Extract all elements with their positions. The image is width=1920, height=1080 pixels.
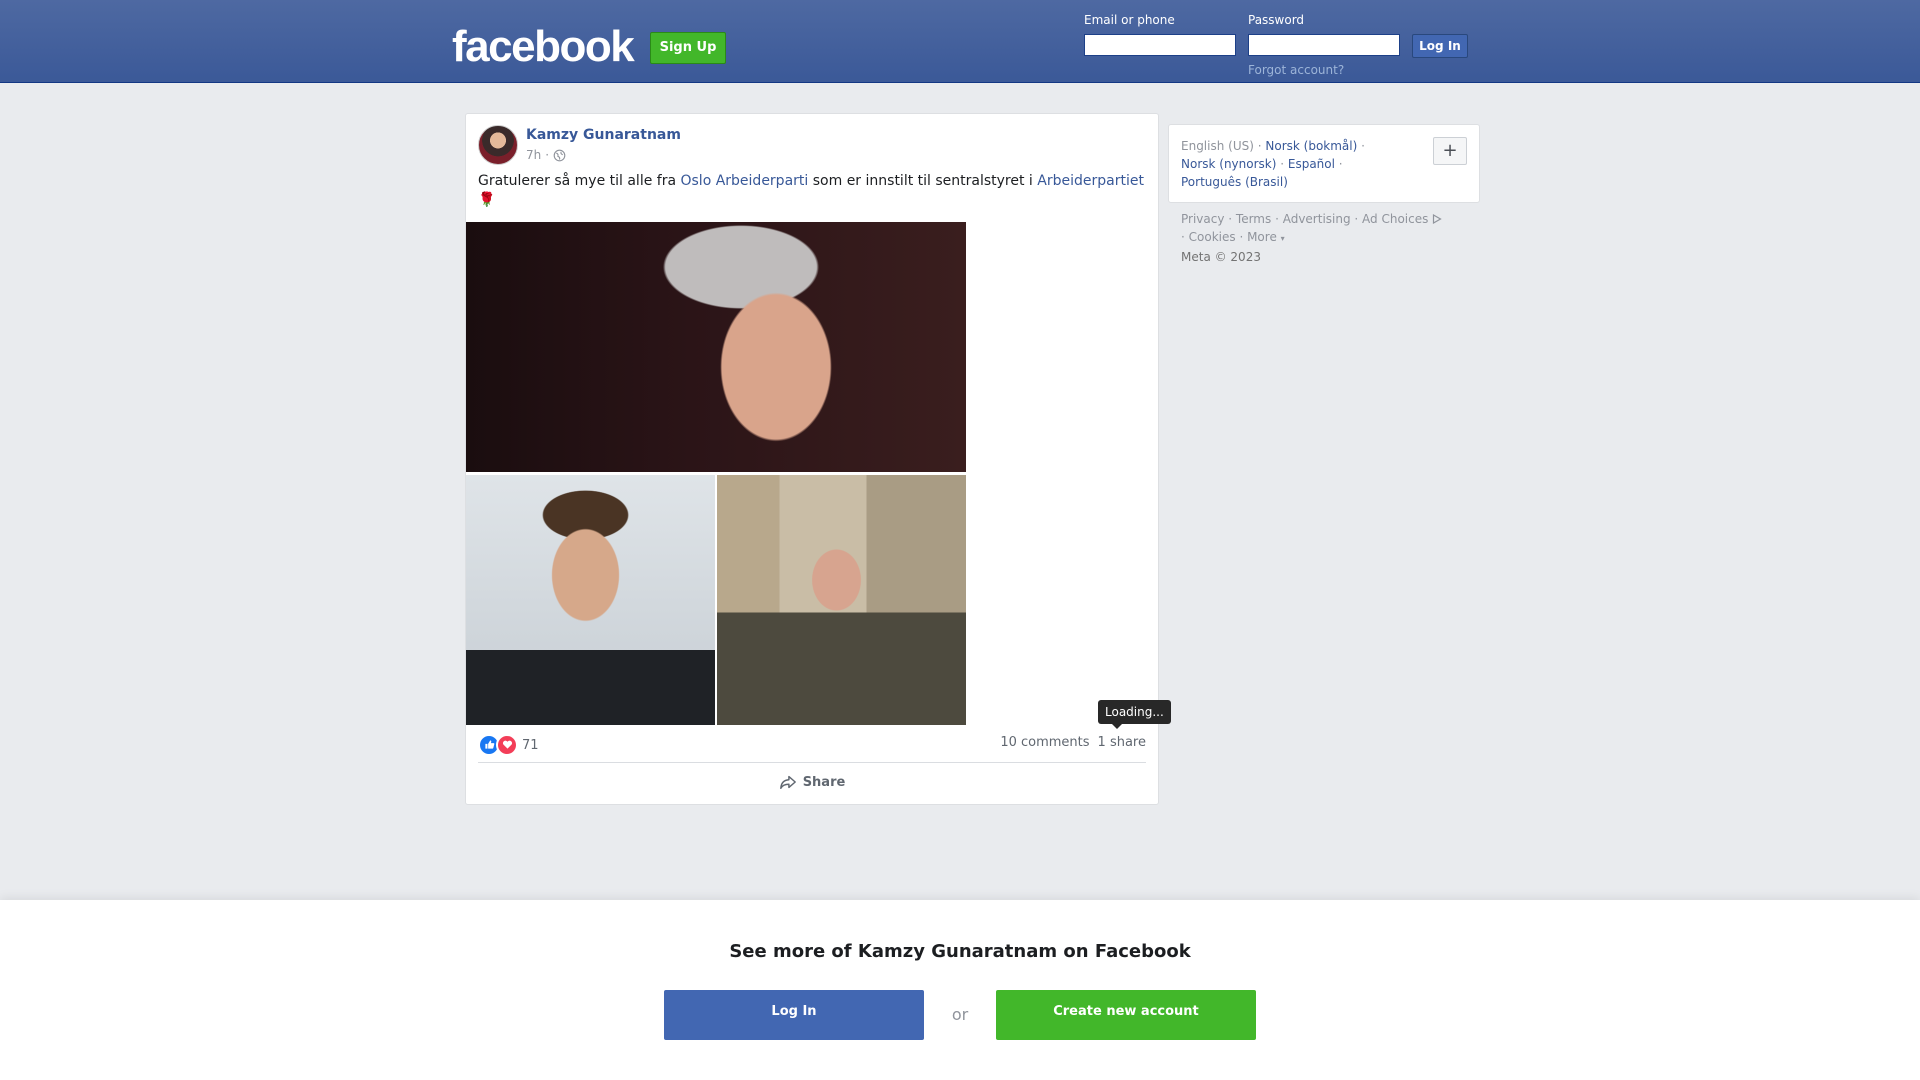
banner-or-text: or xyxy=(951,1005,969,1024)
language-link-portugues[interactable]: Português (Brasil) xyxy=(1181,175,1288,189)
footer-link-advertising[interactable]: Advertising xyxy=(1283,212,1351,226)
love-reaction-icon xyxy=(496,734,518,756)
create-account-button[interactable]: Create new account xyxy=(996,990,1256,1040)
language-link-bokmal[interactable]: Norsk (bokmål) xyxy=(1265,139,1357,153)
post-text: Gratulerer så mye til alle fra Oslo Arbe… xyxy=(478,172,1148,210)
email-field[interactable] xyxy=(1084,34,1236,56)
post-author[interactable]: Kamzy Gunaratnam xyxy=(526,127,681,143)
post-photo-1[interactable] xyxy=(466,222,966,472)
post-stats: 10 comments 1 share xyxy=(1000,735,1146,750)
loading-tooltip: Loading... xyxy=(1098,700,1171,729)
comments-count-link[interactable]: 10 comments xyxy=(1000,735,1089,750)
language-link-nynorsk[interactable]: Norsk (nynorsk) xyxy=(1181,157,1276,171)
email-label: Email or phone xyxy=(1084,13,1175,27)
globe-icon[interactable] xyxy=(553,149,566,162)
top-bar: facebook Sign Up Email or phone Password… xyxy=(0,0,1920,83)
log-in-button[interactable]: Log In xyxy=(1412,34,1468,58)
footer-link-ad-choices[interactable]: Ad Choices xyxy=(1362,212,1428,226)
login-banner: See more of Kamzy Gunaratnam on Facebook… xyxy=(0,900,1920,1080)
password-label: Password xyxy=(1248,13,1305,27)
language-list: English (US) · Norsk (bokmål) · Norsk (n… xyxy=(1181,139,1365,189)
post-card: Kamzy Gunaratnam 7h · Gratulerer så mye … xyxy=(465,113,1171,805)
footer-link-terms[interactable]: Terms xyxy=(1236,212,1271,226)
ad-choices-icon xyxy=(1433,214,1442,224)
share-button[interactable]: Share xyxy=(478,764,1146,800)
more-dropdown-icon: ▾ xyxy=(1280,234,1285,243)
meta-separator: · xyxy=(545,148,550,162)
language-link-espanol[interactable]: Español xyxy=(1288,157,1335,171)
post-photo-2[interactable] xyxy=(466,475,715,725)
arbeiderpartiet-link[interactable]: Arbeiderpartiet xyxy=(1037,173,1144,189)
reactions-summary[interactable]: 71 xyxy=(478,734,539,756)
plus-icon[interactable]: + xyxy=(1433,137,1467,165)
language-selector: English (US) · Norsk (bokmål) · Norsk (n… xyxy=(1168,124,1480,203)
footer-link-more[interactable]: More xyxy=(1247,230,1277,244)
share-label: Share xyxy=(802,774,846,790)
sign-up-button[interactable]: Sign Up xyxy=(650,32,726,64)
post-text-part: Gratulerer så mye til alle fra xyxy=(478,173,681,189)
post-text-part: som er innstilt til sentralstyret i xyxy=(808,173,1038,189)
share-icon xyxy=(779,775,796,790)
reactions-count: 71 xyxy=(522,737,539,753)
post-time[interactable]: 7h xyxy=(526,148,541,162)
banner-title: See more of Kamzy Gunaratnam on Facebook xyxy=(729,941,1191,962)
forgot-account-link[interactable]: Forgot account? xyxy=(1248,63,1344,77)
oslo-arbeiderparti-link[interactable]: Oslo Arbeiderparti xyxy=(680,173,808,189)
avatar[interactable] xyxy=(478,125,518,165)
banner-log-in-button[interactable]: Log In xyxy=(664,990,924,1040)
facebook-logo[interactable]: facebook xyxy=(452,22,635,72)
post-meta: 7h · xyxy=(526,148,566,162)
footer-links: Privacy · Terms · Advertising · Ad Choic… xyxy=(1181,210,1481,266)
post-photo-3[interactable] xyxy=(717,475,966,725)
copyright: Meta © 2023 xyxy=(1181,250,1261,264)
shares-count-link[interactable]: 1 share xyxy=(1098,735,1146,750)
rose-icon: 🌹 xyxy=(478,192,496,208)
footer-link-privacy[interactable]: Privacy xyxy=(1181,212,1224,226)
action-divider xyxy=(478,762,1146,763)
password-field[interactable] xyxy=(1248,34,1400,56)
current-language: English (US) xyxy=(1181,139,1254,153)
footer-link-cookies[interactable]: Cookies xyxy=(1189,230,1236,244)
